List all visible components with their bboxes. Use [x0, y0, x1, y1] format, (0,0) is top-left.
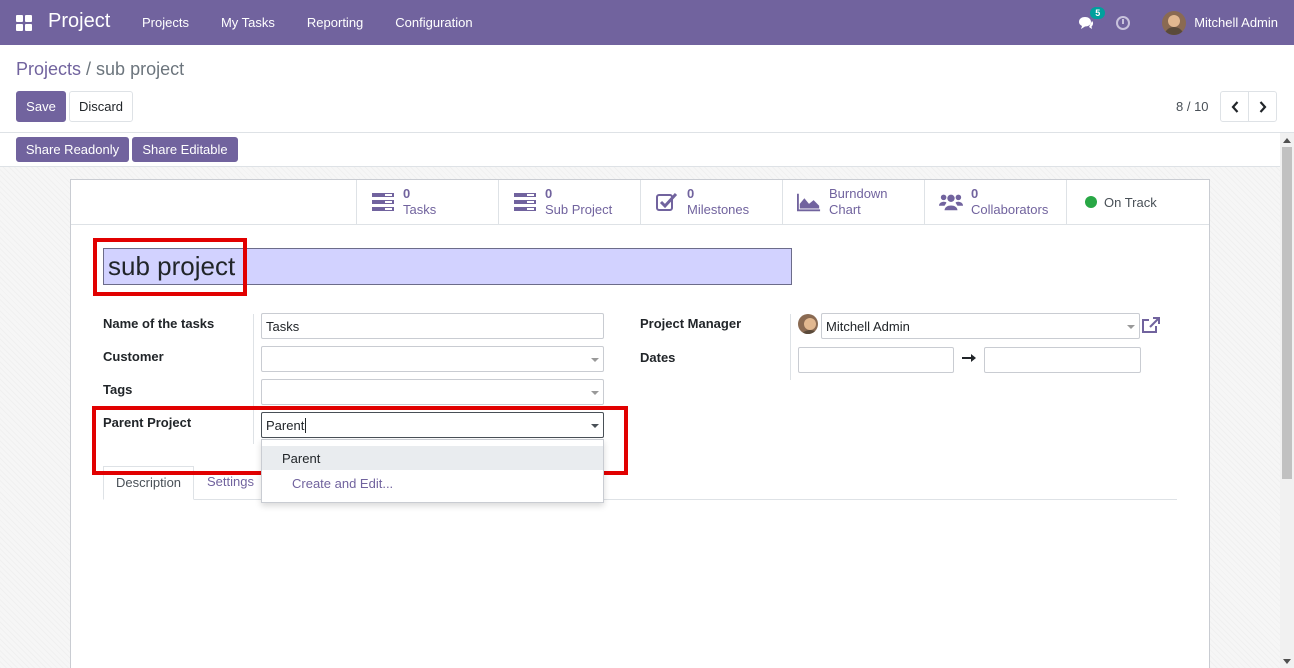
tags-label: Tags: [103, 382, 133, 397]
milestones-stat-button[interactable]: 0 Milestones: [640, 180, 782, 224]
parent-project-label: Parent Project: [103, 415, 192, 430]
systray: 5 Mitchell Admin: [1078, 0, 1278, 45]
tasks-count: 0: [403, 186, 411, 201]
parent-project-autocomplete: Parent Create and Edit...: [261, 439, 604, 503]
collaborators-stat-button[interactable]: 0 Collaborators: [924, 180, 1066, 224]
tab-description[interactable]: Description: [103, 466, 195, 500]
milestones-count: 0: [687, 186, 695, 201]
name-of-tasks-label: Name of the tasks: [103, 316, 215, 331]
main-menu: Projects My Tasks Reporting Configuratio…: [142, 15, 505, 30]
scrollbar-thumb[interactable]: [1282, 147, 1292, 479]
parent-project-value: Parent: [266, 418, 305, 433]
tab-settings[interactable]: Settings: [195, 466, 266, 500]
scroll-up-arrow-icon[interactable]: [1283, 138, 1291, 143]
milestones-label: Milestones: [687, 202, 750, 217]
vertical-scrollbar[interactable]: [1280, 133, 1294, 668]
tags-caret-icon: [591, 391, 599, 395]
chevron-right-icon: [1259, 100, 1266, 113]
form-sheet: 0 Tasks 0 Sub Project 0 Milestones Burndown…: [70, 179, 1210, 668]
external-link-icon[interactable]: [1141, 316, 1161, 334]
button-box-divider: [71, 224, 1209, 225]
breadcrumb: Projects / sub project: [16, 59, 184, 80]
tasks-stat-button[interactable]: 0 Tasks: [356, 180, 498, 224]
parent-project-caret-icon: [591, 424, 599, 428]
project-name-input[interactable]: sub project: [103, 248, 792, 285]
end-date-input[interactable]: [984, 347, 1141, 373]
control-panel-divider: [0, 132, 1294, 133]
customer-label: Customer: [103, 349, 164, 364]
sub-project-icon: [513, 191, 537, 213]
breadcrumb-projects[interactable]: Projects: [16, 59, 81, 80]
burndown-label: Burndown: [829, 186, 888, 201]
share-readonly-button[interactable]: Share Readonly: [16, 137, 129, 162]
pager-next-button[interactable]: [1248, 91, 1277, 122]
user-avatar[interactable]: [1162, 10, 1187, 35]
manager-avatar: [798, 314, 818, 334]
sub-project-count: 0: [545, 186, 553, 201]
status-label: On Track: [1104, 194, 1157, 210]
customer-caret-icon: [591, 358, 599, 362]
area-chart-icon: [797, 191, 821, 213]
collaborators-count: 0: [971, 186, 979, 201]
dropdown-create-and-edit[interactable]: Create and Edit...: [262, 471, 603, 495]
smart-button-box: 0 Tasks 0 Sub Project 0 Milestones Burndown…: [356, 180, 1208, 224]
chevron-left-icon: [1231, 100, 1238, 113]
users-icon: [939, 191, 963, 213]
project-manager-label: Project Manager: [640, 316, 742, 331]
messages-count-badge: 5: [1090, 6, 1106, 19]
start-date-input[interactable]: [798, 347, 954, 373]
breadcrumb-current: sub project: [96, 59, 185, 79]
right-column-separator: [790, 314, 791, 380]
menu-projects[interactable]: Projects: [142, 15, 189, 30]
app-title[interactable]: Project: [48, 10, 110, 33]
scroll-down-arrow-icon[interactable]: [1283, 659, 1291, 664]
sub-project-stat-button[interactable]: 0 Sub Project: [498, 180, 640, 224]
breadcrumb-separator: /: [86, 59, 92, 79]
menu-my-tasks[interactable]: My Tasks: [221, 15, 275, 30]
discard-button[interactable]: Discard: [69, 91, 133, 122]
date-range-arrow-icon: [962, 352, 976, 364]
tasks-icon: [371, 191, 395, 213]
chart-label: Chart: [829, 202, 861, 217]
apps-menu-icon[interactable]: [16, 15, 32, 31]
pager-previous-button[interactable]: [1220, 91, 1249, 122]
status-stat-button[interactable]: On Track: [1066, 180, 1208, 224]
menu-reporting[interactable]: Reporting: [307, 15, 363, 30]
text-cursor: [305, 418, 307, 433]
check-square-icon: [655, 191, 679, 213]
user-name[interactable]: Mitchell Admin: [1194, 15, 1278, 30]
save-button[interactable]: Save: [16, 91, 66, 122]
project-manager-caret-icon: [1127, 325, 1135, 329]
tasks-label: Tasks: [403, 202, 437, 217]
sub-project-label: Sub Project: [545, 202, 613, 217]
menu-configuration[interactable]: Configuration: [395, 15, 472, 30]
messages-icon[interactable]: 5: [1078, 6, 1106, 30]
tags-select[interactable]: [261, 379, 604, 405]
burndown-chart-button[interactable]: Burndown Chart: [782, 180, 924, 224]
share-editable-button[interactable]: Share Editable: [132, 137, 238, 162]
parent-project-input[interactable]: Parent: [261, 412, 604, 438]
dates-label: Dates: [640, 350, 676, 365]
collaborators-label: Collaborators: [971, 202, 1049, 217]
customer-select[interactable]: [261, 346, 604, 372]
top-navbar: Project Projects My Tasks Reporting Conf…: [0, 0, 1294, 45]
name-of-tasks-input[interactable]: Tasks: [261, 313, 604, 339]
activity-clock-icon[interactable]: [1116, 15, 1131, 30]
left-column-separator: [253, 314, 254, 444]
project-manager-select[interactable]: Mitchell Admin: [821, 313, 1140, 339]
dropdown-option-parent[interactable]: Parent: [262, 446, 603, 470]
status-dot-icon: [1085, 196, 1097, 208]
pager-value[interactable]: 8 / 10: [1176, 99, 1209, 114]
project-manager-value: Mitchell Admin: [826, 319, 910, 334]
